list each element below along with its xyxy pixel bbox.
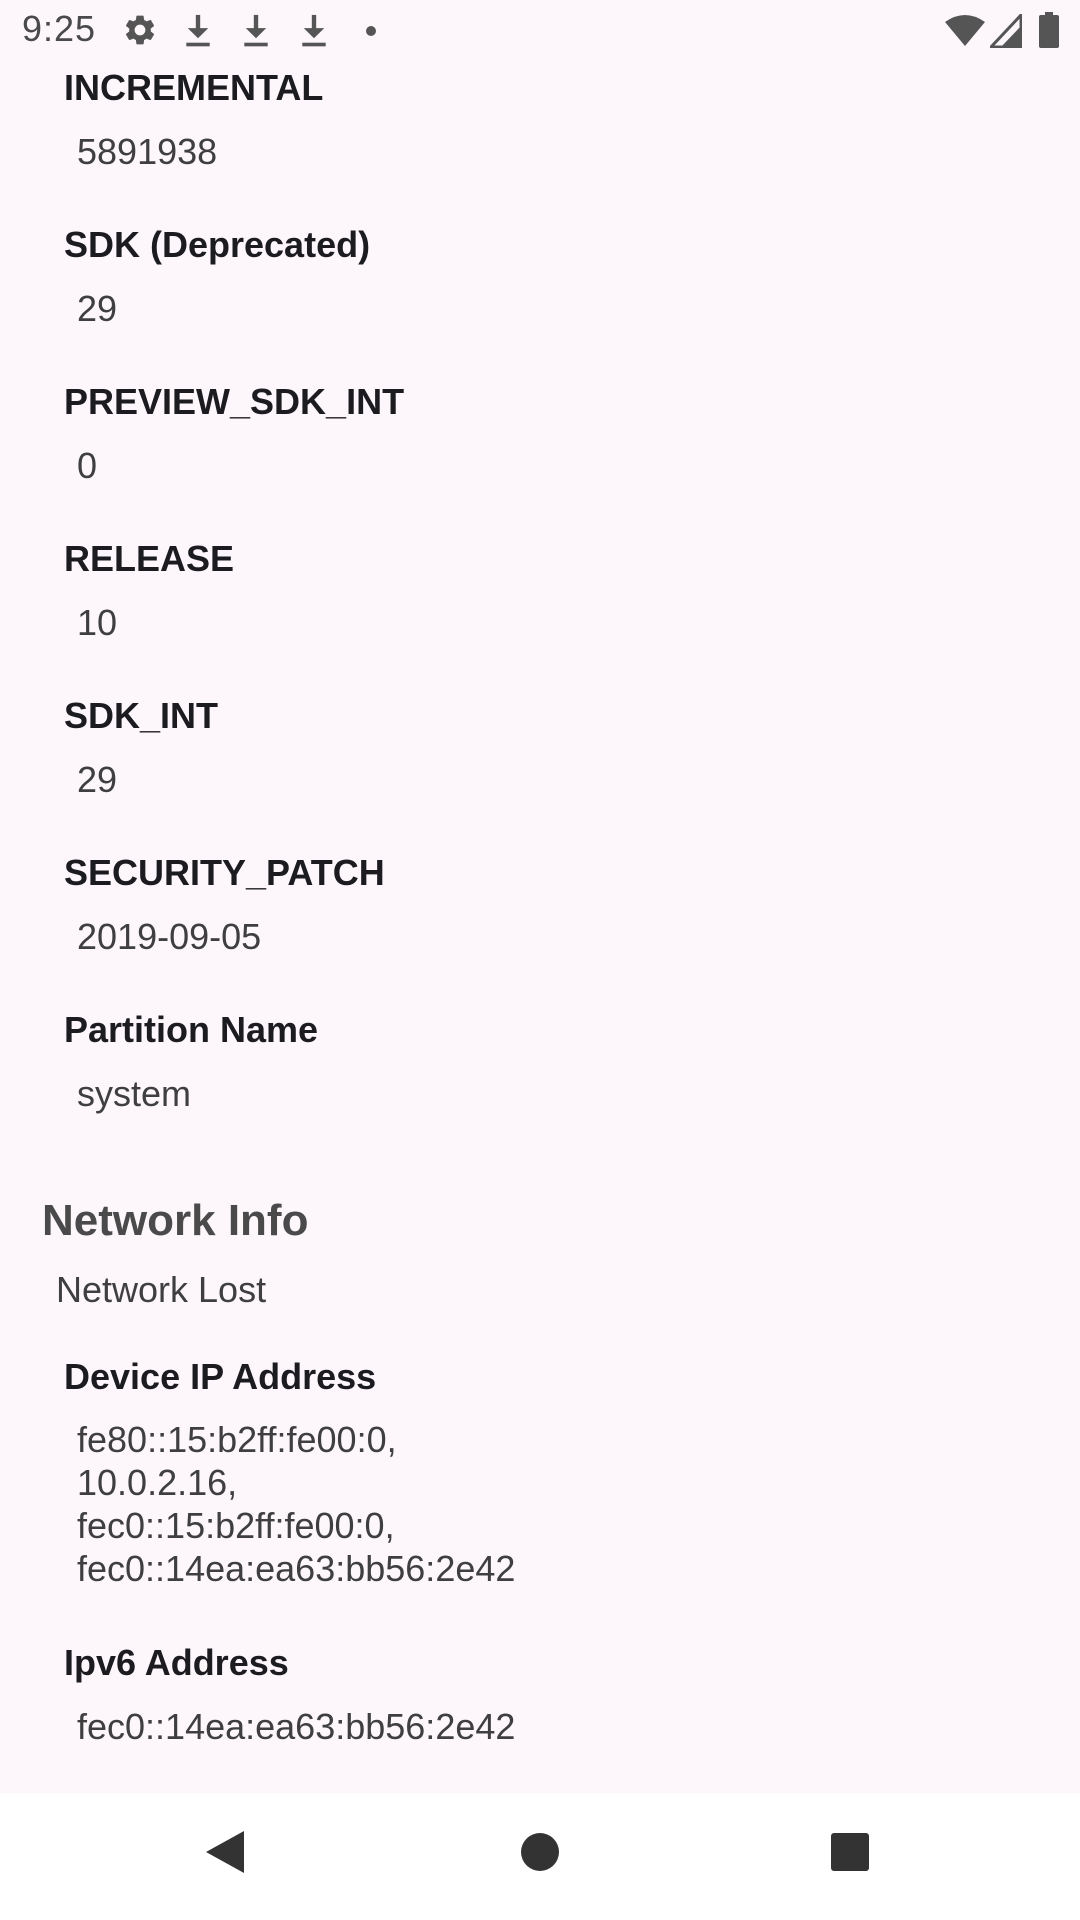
property-label: Partition Name bbox=[64, 1009, 319, 1050]
device-ip-address-item: Device IP Address fe80::15:b2ff:fe00:0, … bbox=[64, 1356, 515, 1590]
ipv6-address-item: Ipv6 Address fec0::14ea:ea63:bb56:2e42 bbox=[64, 1642, 515, 1748]
ip-address-line: fec0::14ea:ea63:bb56:2e42 bbox=[77, 1548, 516, 1589]
property-value: 0 bbox=[77, 445, 98, 486]
network-info-heading: Network Info bbox=[42, 1196, 309, 1245]
build-item-sdk-deprecated: SDK (Deprecated) 29 bbox=[64, 224, 370, 330]
build-item-preview-sdk-int: PREVIEW_SDK_INT 0 bbox=[64, 381, 404, 487]
battery-icon bbox=[1038, 12, 1060, 53]
property-value: fec0::14ea:ea63:bb56:2e42 bbox=[77, 1706, 516, 1747]
cell-signal-icon bbox=[987, 11, 1023, 53]
network-status-text: Network Lost bbox=[56, 1269, 267, 1310]
property-value: 5891938 bbox=[77, 131, 218, 172]
property-value: 29 bbox=[77, 288, 118, 329]
build-item-partition-name: Partition Name system bbox=[64, 1009, 318, 1115]
build-item-security-patch: SECURITY_PATCH 2019-09-05 bbox=[64, 852, 385, 958]
property-label: Device IP Address bbox=[64, 1356, 377, 1397]
download-icon bbox=[296, 12, 332, 55]
property-label: SDK (Deprecated) bbox=[64, 224, 371, 265]
property-label: SDK_INT bbox=[64, 695, 219, 736]
settings-icon bbox=[122, 12, 158, 53]
ip-address-line: 10.0.2.16, bbox=[77, 1462, 238, 1503]
property-value: system bbox=[77, 1073, 192, 1114]
property-value: 2019-09-05 bbox=[77, 916, 262, 957]
ip-address-line: fe80::15:b2ff:fe00:0, bbox=[77, 1419, 397, 1460]
home-icon[interactable] bbox=[519, 1829, 561, 1880]
property-value: 10 bbox=[77, 602, 118, 643]
back-icon[interactable] bbox=[204, 1829, 246, 1880]
ip-address-line: fec0::15:b2ff:fe00:0, bbox=[77, 1505, 395, 1546]
download-icon bbox=[180, 12, 216, 55]
status-time: 9:25 bbox=[22, 8, 97, 49]
property-label: SECURITY_PATCH bbox=[64, 852, 385, 893]
download-icon bbox=[238, 12, 274, 55]
ip-address-list: fe80::15:b2ff:fe00:0, 10.0.2.16, fec0::1… bbox=[77, 1418, 515, 1590]
build-item-release: RELEASE 10 bbox=[64, 538, 234, 644]
build-item-incremental: INCREMENTAL 5891938 bbox=[64, 67, 323, 173]
build-item-sdk-int: SDK_INT 29 bbox=[64, 695, 218, 801]
property-label: PREVIEW_SDK_INT bbox=[64, 381, 405, 422]
property-label: Ipv6 Address bbox=[64, 1642, 289, 1683]
wifi-icon bbox=[944, 14, 986, 53]
navigation-bar bbox=[0, 1793, 1080, 1920]
property-label: RELEASE bbox=[64, 538, 235, 579]
dot-icon bbox=[366, 26, 376, 36]
recents-icon[interactable] bbox=[829, 1829, 871, 1880]
property-label: INCREMENTAL bbox=[64, 67, 324, 108]
property-value: 29 bbox=[77, 759, 118, 800]
device-info-scroll-view[interactable]: INCREMENTAL 5891938 SDK (Deprecated) 29 … bbox=[0, 0, 1080, 1793]
status-bar: 9:25 bbox=[0, 0, 1080, 62]
